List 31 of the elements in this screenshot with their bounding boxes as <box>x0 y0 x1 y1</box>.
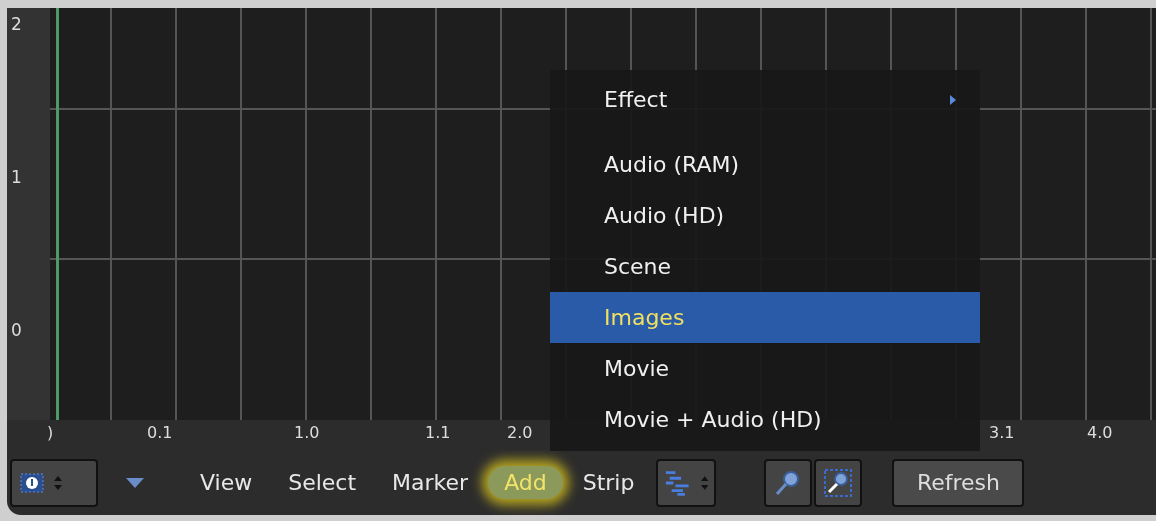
up-down-arrows-icon <box>54 474 62 491</box>
menu-item[interactable]: Audio (HD) <box>550 190 980 241</box>
channel-number: 0 <box>11 320 23 340</box>
zoom-region-icon <box>823 467 854 498</box>
menu-button[interactable]: View <box>184 466 269 499</box>
submenu-arrow-icon <box>950 94 956 105</box>
menu-item[interactable]: Images <box>550 292 980 343</box>
collapse-triangle-icon[interactable] <box>126 477 144 488</box>
strip-display-button[interactable] <box>656 458 717 507</box>
channel-number: 2 <box>11 14 23 34</box>
time-label: ) <box>47 423 54 442</box>
menu-button[interactable]: Marker <box>376 466 485 499</box>
editor-type-button[interactable] <box>10 458 98 507</box>
channel-number: 1 <box>11 167 23 187</box>
zoom-border-button[interactable] <box>814 458 863 507</box>
time-label: 4.0 <box>1087 423 1113 442</box>
menu-button[interactable]: Strip <box>566 466 651 499</box>
up-down-arrows-icon <box>700 474 709 491</box>
time-label: 1.0 <box>294 423 320 442</box>
menu-item[interactable]: Movie + Audio (HD) <box>550 394 980 445</box>
menu-item[interactable]: Audio (RAM) <box>550 139 980 190</box>
refresh-button[interactable]: Refresh <box>892 458 1025 507</box>
time-label: 1.1 <box>425 423 451 442</box>
menu-button[interactable]: Select <box>272 466 373 499</box>
menu-item[interactable]: Effect <box>550 74 980 125</box>
time-label: 3.1 <box>989 423 1015 442</box>
time-label: 2.0 <box>507 423 533 442</box>
menu-item[interactable]: Movie <box>550 343 980 394</box>
menu-item[interactable]: Scene <box>550 241 980 292</box>
time-label: 0.1 <box>147 423 173 442</box>
zoom-button[interactable] <box>764 458 813 507</box>
